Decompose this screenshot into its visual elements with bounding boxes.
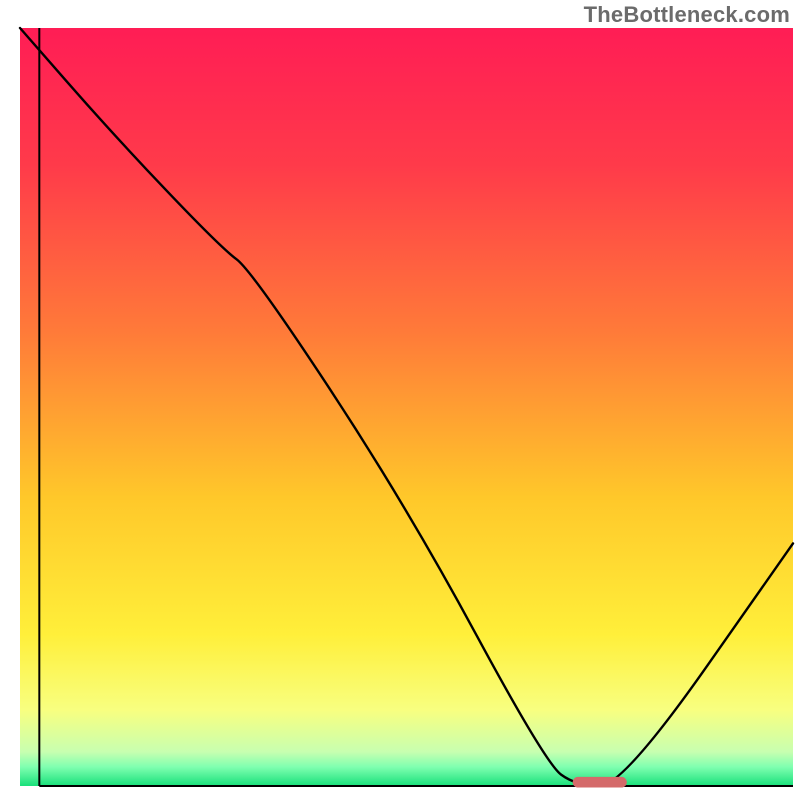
plot-background <box>20 28 793 786</box>
optimal-marker <box>573 777 627 788</box>
chart-stage: TheBottleneck.com <box>0 0 800 800</box>
watermark-label: TheBottleneck.com <box>584 2 790 28</box>
bottleneck-chart <box>0 0 800 800</box>
